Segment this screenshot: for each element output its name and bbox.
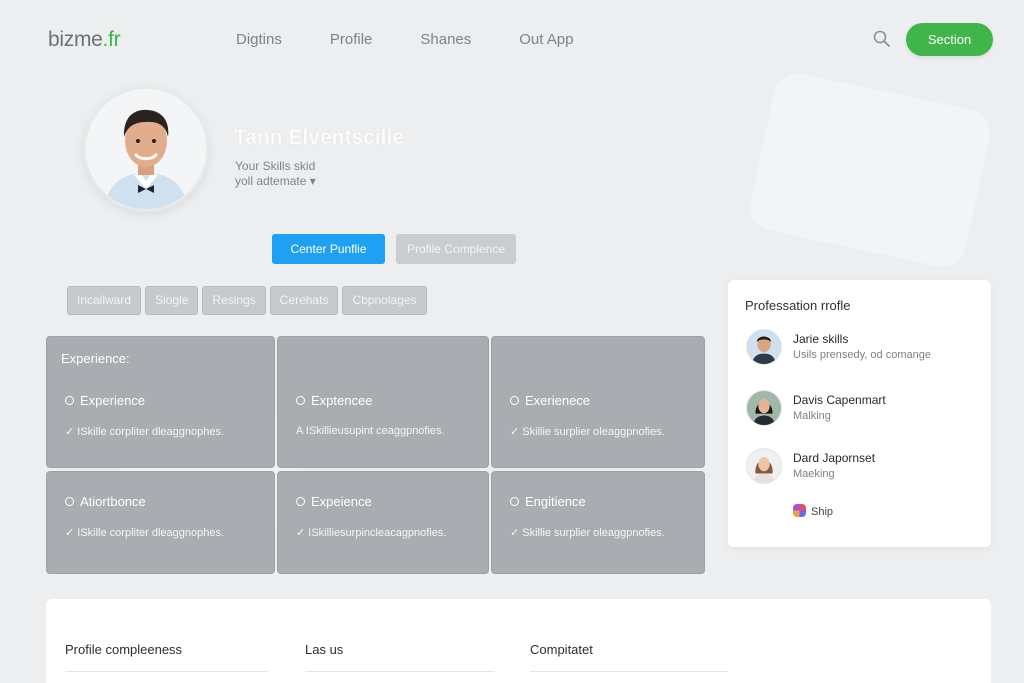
avatar [746, 390, 782, 426]
card-line: ✓ ISkille corpliter dleaggnophes. [65, 426, 225, 438]
nav-item-out-app[interactable]: Out App [519, 31, 573, 48]
divider [305, 671, 495, 672]
professional-profile-card: Professation rrofle Jarie skills Usils p… [728, 280, 991, 547]
profile-completeness-label: Profile compleeness [65, 642, 183, 657]
ship-link[interactable]: Ship [793, 504, 833, 518]
card-title: Atiortbonce [65, 494, 146, 509]
card-line: A ISkillieusupint ceaggpnofies. [296, 425, 445, 437]
circle-icon [65, 497, 74, 506]
chip-incallward[interactable]: Incallward [67, 286, 142, 315]
avatar [746, 329, 782, 365]
filter-chips: Incallward Siogle Resings Cerehats Cbpno… [67, 286, 431, 315]
brand-tld: .fr [102, 28, 121, 51]
sidebar-title: Professation rrofle [745, 298, 851, 313]
center-profile-button[interactable]: Center Punflie [272, 234, 385, 264]
person-role: Usils prensedy, od comange [793, 349, 931, 361]
person-item[interactable]: Davis Capenmart Malking [746, 390, 976, 430]
chip-cbpnolages[interactable]: Cbpnolages [342, 286, 427, 315]
main-nav: Digtins Profile Shanes Out App [236, 31, 621, 48]
card-heading: Experience: [61, 351, 130, 366]
card-line: ✓ ISkille corpliter dleaggnophes. [65, 527, 225, 539]
experience-card[interactable]: Experience: Experience ✓ ISkille corplit… [46, 336, 275, 468]
card-line: ✓ Skillie surplier oleaggpnofies. [510, 527, 665, 539]
brand-logo[interactable]: bizme.fr [48, 28, 121, 52]
avatar [746, 448, 782, 484]
person-name: Davis Capenmart [793, 393, 886, 407]
brand-name: bizme [48, 28, 103, 51]
card-line: ✓ Skillie surplier oleaggpnofies. [510, 426, 665, 438]
las-us-label: Las us [305, 642, 344, 657]
experience-card[interactable]: Exerienece ✓ Skillie surplier oleaggpnof… [491, 336, 705, 468]
circle-icon [510, 396, 519, 405]
card-title: Expeience [296, 494, 372, 509]
top-navigation-bar: bizme.fr Digtins Profile Shanes Out App … [0, 0, 1024, 80]
experience-card[interactable]: Engitience ✓ Skillie surplier oleaggpnof… [491, 471, 705, 574]
card-title: Exptencee [296, 393, 372, 408]
compitatet-label: Compitatet [530, 642, 593, 657]
card-title: Exerienece [510, 393, 590, 408]
nav-item-profile[interactable]: Profile [330, 31, 373, 48]
bottom-stats-panel: Profile compleeness Las us Compitatet [46, 599, 991, 683]
nav-item-digtins[interactable]: Digtins [236, 31, 282, 48]
chip-cerehats[interactable]: Cerehats [269, 286, 339, 315]
experience-card[interactable]: Atiortbonce ✓ ISkille corpliter dleaggno… [46, 471, 275, 574]
profile-completeness-button[interactable]: Profile Complence [396, 234, 516, 264]
person-item[interactable]: Jarie skills Usils prensedy, od comange [746, 329, 976, 369]
experience-card[interactable]: Expeience ✓ ISkilliesurpincleacagpnofies… [277, 471, 489, 574]
circle-icon [65, 396, 74, 405]
circle-icon [510, 497, 519, 506]
chip-siogle[interactable]: Siogle [145, 286, 199, 315]
divider [65, 671, 268, 672]
nav-item-shanes[interactable]: Shanes [420, 31, 471, 48]
card-title: Engitience [510, 494, 586, 509]
person-role: Maeking [793, 468, 835, 480]
person-item[interactable]: Dard Japornset Maeking [746, 448, 976, 488]
circle-icon [296, 497, 305, 506]
app-icon [793, 504, 806, 517]
profile-avatar[interactable] [83, 86, 209, 212]
card-title: Experience [65, 393, 145, 408]
profile-dropdown[interactable]: yoll adtemate ▾ [235, 174, 316, 188]
profile-name: Tann Elventscille [234, 126, 404, 149]
person-role: Malking [793, 410, 831, 422]
experience-grid: Experience: Experience ✓ ISkille corplit… [46, 336, 705, 576]
background-shape [745, 68, 995, 272]
person-name: Jarie skills [793, 332, 849, 346]
chip-resings[interactable]: Resings [202, 286, 266, 315]
profile-subtitle: Your Skills skid [235, 159, 316, 173]
divider [530, 671, 728, 672]
card-line: ✓ ISkilliesurpincleacagpnofies. [296, 527, 447, 539]
section-button[interactable]: Section [906, 23, 993, 56]
experience-card[interactable]: Exptencee A ISkillieusupint ceaggpnofies… [277, 336, 489, 468]
search-icon[interactable] [872, 29, 892, 49]
person-name: Dard Japornset [793, 451, 876, 465]
circle-icon [296, 396, 305, 405]
